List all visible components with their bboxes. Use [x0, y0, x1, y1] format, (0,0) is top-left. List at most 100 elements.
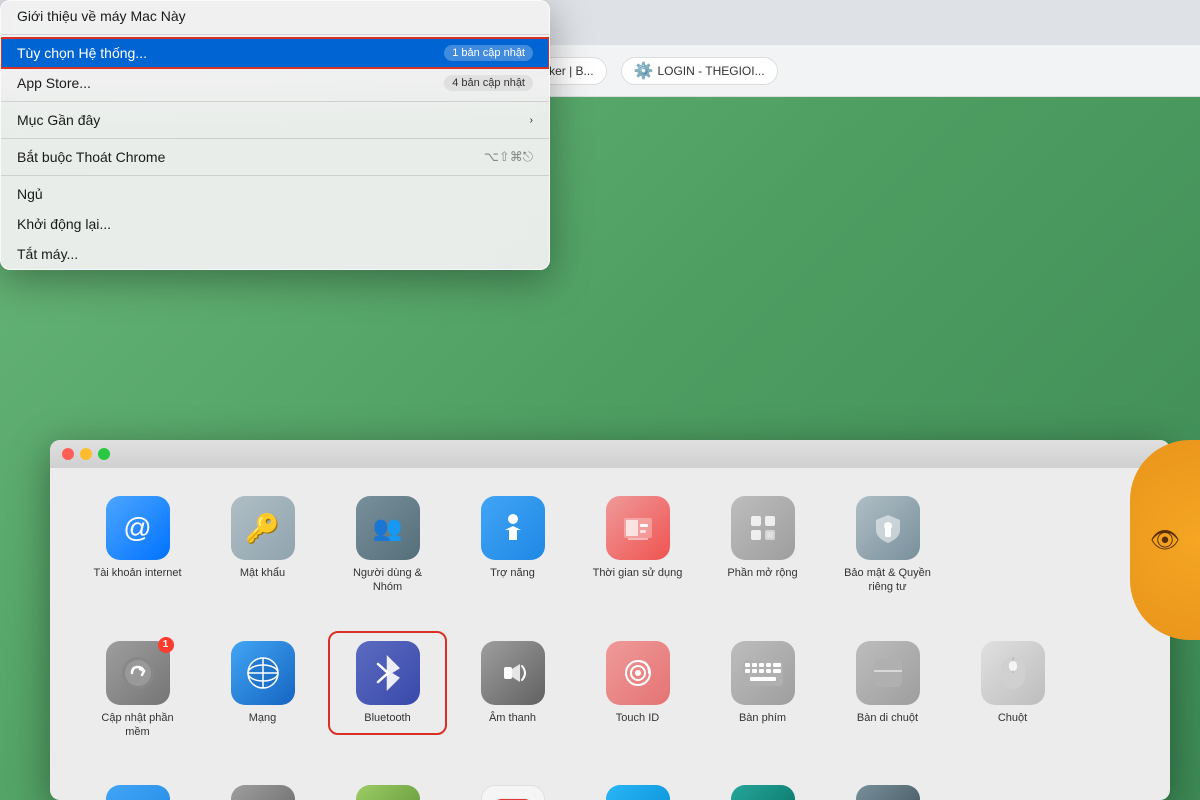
touchid-icon — [619, 654, 657, 692]
icon-network-box — [231, 641, 295, 705]
keyboard-icon — [742, 659, 784, 687]
icon-screentime-box — [606, 496, 670, 560]
menu-item-appstore[interactable]: App Store... 4 bản cập nhật — [1, 68, 549, 98]
menu-divider-2 — [1, 101, 549, 102]
network-icon — [244, 654, 282, 692]
icon-item-updates[interactable]: 1 Cập nhật phần mềm — [80, 633, 195, 748]
icon-label-trackpad: Bàn di chuột — [857, 711, 918, 725]
icon-updates-box: 1 — [106, 641, 170, 705]
icon-item-sharing[interactable]: Chia sẻ — [580, 777, 695, 800]
icon-trackpad-box — [856, 641, 920, 705]
icon-item-date[interactable]: 17 JUL Ngày & Giờ — [455, 777, 570, 800]
menu-item-restart[interactable]: Khởi động lại... — [1, 209, 549, 239]
icon-battery-box: ████ — [356, 785, 420, 800]
menu-label-force-quit: Bắt buộc Thoát Chrome — [17, 149, 165, 165]
icon-extensions-box — [731, 496, 795, 560]
icon-item-users[interactable]: 👥 Người dùng & Nhóm — [330, 488, 445, 603]
sysprefs-window: @ Tài khoản internet 🔑 Mật khẩu 👥 Người … — [50, 440, 1170, 800]
icon-timemachine-box — [731, 785, 795, 800]
icon-label-bluetooth: Bluetooth — [364, 711, 410, 725]
menu-item-about[interactable]: Giới thiệu về máy Mac Này — [1, 1, 549, 31]
menu-item-shutdown[interactable]: Tắt máy... — [1, 239, 549, 269]
menu-item-sysprefs[interactable]: Tùy chọn Hệ thống... 1 bản cập nhật — [1, 38, 549, 68]
updates-icon — [118, 653, 158, 693]
icon-item-touchid[interactable]: Touch ID — [580, 633, 695, 733]
icon-item-bluetooth[interactable]: Bluetooth — [330, 633, 445, 733]
menu-label-sysprefs: Tùy chọn Hệ thống... — [17, 45, 147, 61]
icon-security-box — [856, 496, 920, 560]
sound-icon — [494, 654, 532, 692]
update-badge: 1 — [158, 637, 174, 653]
icon-item-disk[interactable]: Disk Utility — [830, 777, 945, 800]
menu-item-sleep[interactable]: Ngủ — [1, 179, 549, 209]
mouse-icon — [998, 652, 1028, 694]
menu-item-force-quit[interactable]: Bắt buộc Thoát Chrome ⌥⇧⌘⎋ — [1, 142, 549, 172]
icon-sound-box — [481, 641, 545, 705]
icons-row-2: 1 Cập nhật phần mềm Mạng — [80, 633, 1140, 748]
orange-circle-decoration: 👁 — [1130, 440, 1200, 640]
menu-label-shutdown: Tắt máy... — [17, 246, 78, 262]
icon-touchid-box — [606, 641, 670, 705]
icon-item-security[interactable]: Bảo mật & Quyền riêng tư — [830, 488, 945, 603]
menu-label-appstore: App Store... — [17, 75, 91, 91]
accessibility-icon — [495, 510, 531, 546]
icon-item-screentime[interactable]: Thời gian sử dụng — [580, 488, 695, 588]
menu-divider-4 — [1, 175, 549, 176]
icon-item-keyboard[interactable]: Bàn phím — [705, 633, 820, 733]
menu-divider-3 — [1, 138, 549, 139]
menu-label-about: Giới thiệu về máy Mac Này — [17, 8, 186, 24]
eye-icon: 👁 — [1150, 526, 1180, 555]
icon-item-icloud[interactable]: @ Tài khoản internet — [80, 488, 195, 588]
icon-item-battery[interactable]: ████ Pin — [330, 777, 445, 800]
icon-keyboard-box — [731, 641, 795, 705]
sysprefs-content: @ Tài khoản internet 🔑 Mật khẩu 👥 Người … — [50, 468, 1170, 800]
icon-sharing-box — [606, 785, 670, 800]
icon-item-trackpad[interactable]: Bàn di chuột — [830, 633, 945, 733]
icon-label-touchid: Touch ID — [616, 711, 659, 725]
menu-badge-appstore: 4 bản cập nhật — [444, 75, 533, 91]
icon-printer-box — [231, 785, 295, 800]
icon-item-timemachine[interactable]: Time Machine — [705, 777, 820, 800]
tab-label-3: LOGIN - THEGIOI... — [657, 64, 764, 78]
menu-label-restart: Khởi động lại... — [17, 216, 111, 232]
icon-label-updates: Cập nhật phần mềm — [88, 711, 187, 740]
icon-item-extensions[interactable]: Phần mở rộng — [705, 488, 820, 588]
icon-label-screentime: Thời gian sử dụng — [593, 566, 683, 580]
icon-mouse-box — [981, 641, 1045, 705]
icon-label-extensions: Phần mở rộng — [727, 566, 797, 580]
icon-item-sound[interactable]: Âm thanh — [455, 633, 570, 733]
menu-shortcut-force-quit: ⌥⇧⌘⎋ — [484, 149, 533, 165]
menu-label-sleep: Ngủ — [17, 186, 43, 202]
apple-menu: Giới thiệu về máy Mac Này Tùy chọn Hệ th… — [0, 0, 550, 270]
icon-item-accessibility[interactable]: Trợ năng — [455, 488, 570, 588]
menu-item-recent[interactable]: Mục Gần đây › — [1, 105, 549, 135]
icon-icloud-box: @ — [106, 496, 170, 560]
icon-item-mouse[interactable]: Chuột — [955, 633, 1070, 733]
apple-menu-overlay: Giới thiệu về máy Mac Này Tùy chọn Hệ th… — [0, 0, 600, 450]
icon-accessibility-box — [481, 496, 545, 560]
icon-label-keyboard: Bàn phím — [739, 711, 786, 725]
icons-row-1: @ Tài khoản internet 🔑 Mật khẩu 👥 Người … — [80, 488, 1140, 603]
extensions-icon — [745, 510, 781, 546]
icon-item-display[interactable]: Màn hình — [80, 777, 195, 800]
tab-favicon-3: ⚙️ — [634, 61, 654, 81]
icon-display-box — [106, 785, 170, 800]
icon-item-network[interactable]: Mạng — [205, 633, 320, 733]
icons-row-3: Màn hình Máy in — [80, 777, 1140, 800]
icon-label-network: Mạng — [249, 711, 277, 725]
icon-item-printer[interactable]: Máy in — [205, 777, 320, 800]
tab-item-login[interactable]: ⚙️ LOGIN - THEGIOI... — [621, 57, 778, 85]
icon-item-password[interactable]: 🔑 Mật khẩu — [205, 488, 320, 588]
menu-label-recent: Mục Gần đây — [17, 112, 100, 128]
icon-users-box: 👥 — [356, 496, 420, 560]
icon-label-mouse: Chuột — [998, 711, 1027, 725]
trackpad-icon — [869, 654, 907, 692]
icon-label-users: Người dùng & Nhóm — [338, 566, 437, 595]
menu-divider-1 — [1, 34, 549, 35]
icon-label-security: Bảo mật & Quyền riêng tư — [838, 566, 937, 595]
icon-disk-box — [856, 785, 920, 800]
icon-label-sound: Âm thanh — [489, 711, 536, 725]
date-icon: 17 JUL — [492, 796, 534, 800]
password-glyph: 🔑 — [245, 512, 280, 545]
menu-badge-sysprefs: 1 bản cập nhật — [444, 45, 533, 61]
